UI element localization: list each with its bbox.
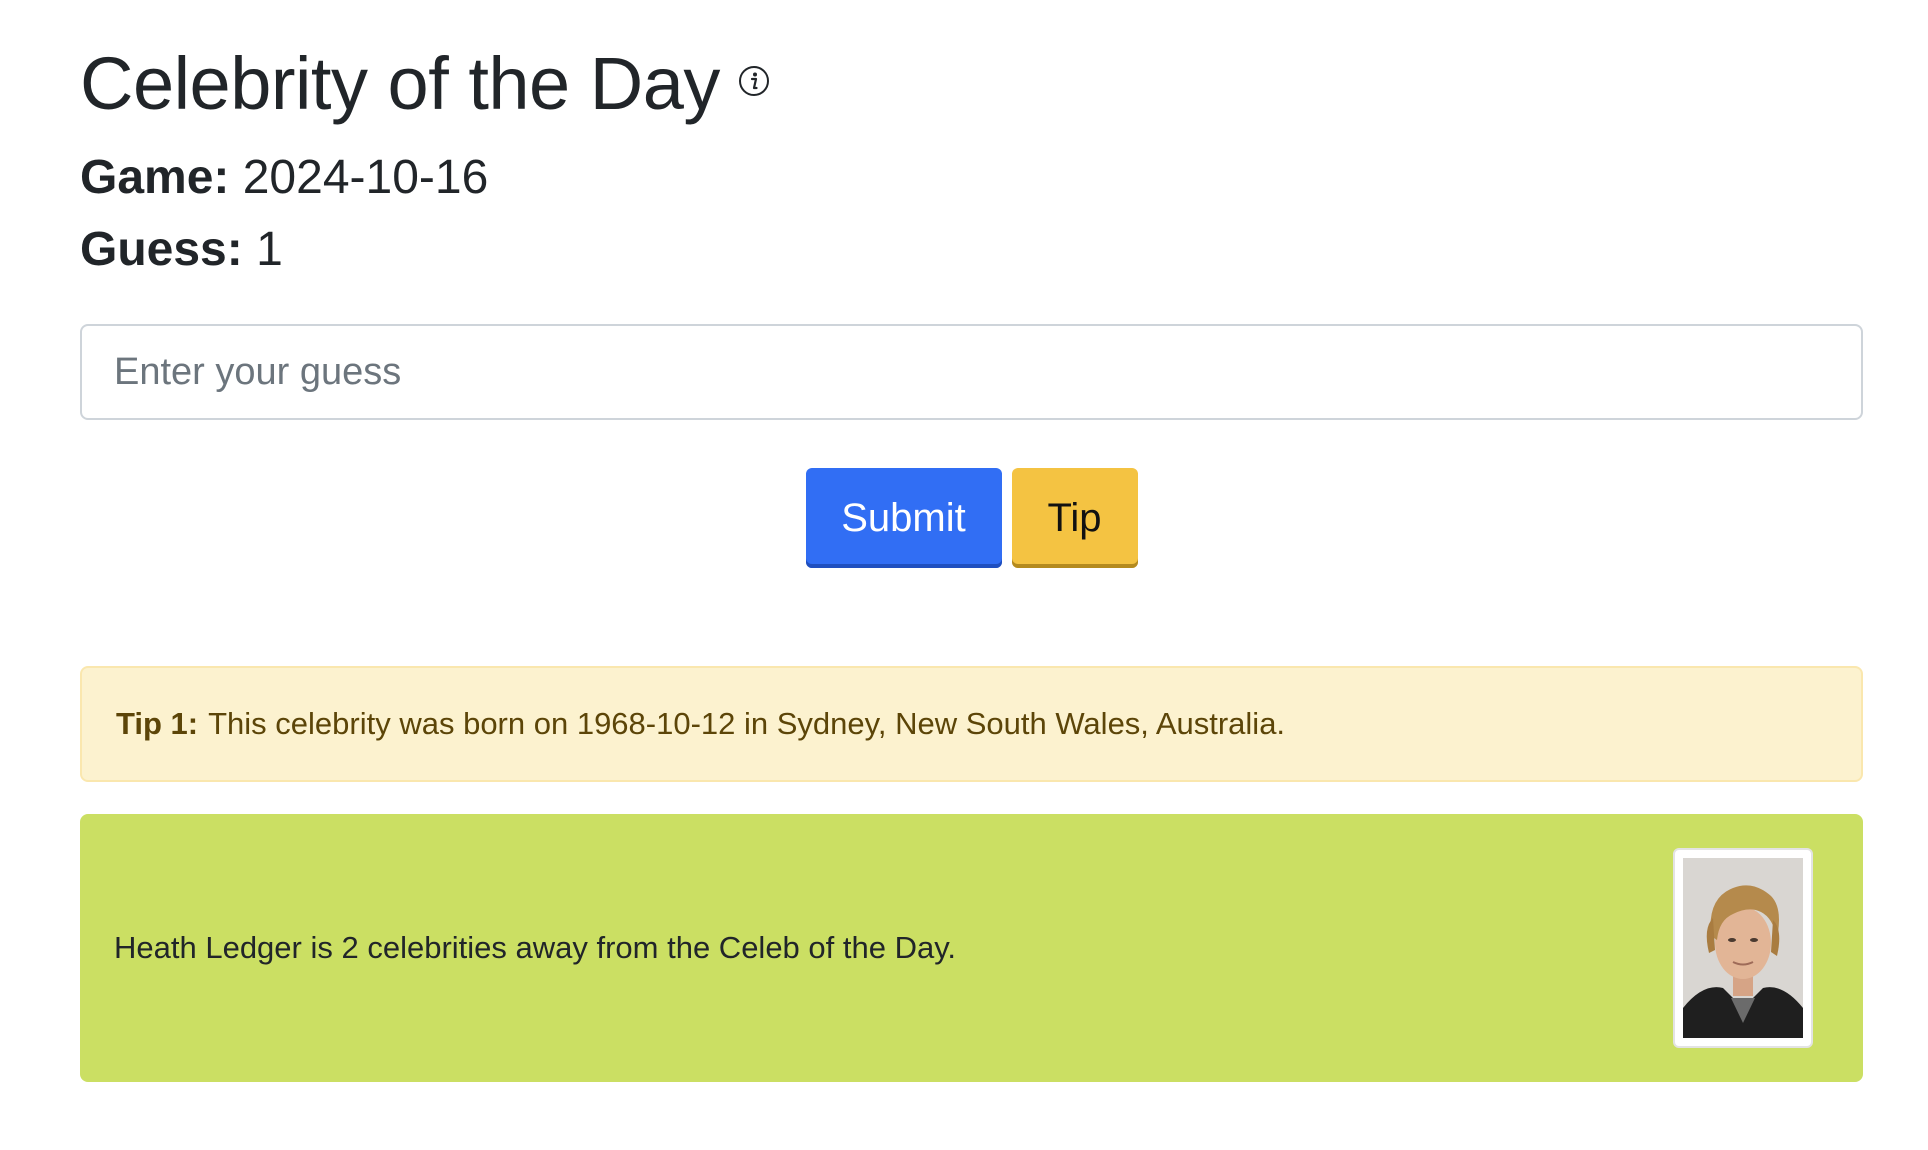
game-date: Game: 2024-10-16 <box>80 154 1863 202</box>
tip-button[interactable]: Tip <box>1011 468 1138 568</box>
submit-button[interactable]: Submit <box>805 468 1002 568</box>
game-value: 2024-10-16 <box>242 151 489 204</box>
celebrity-photo <box>1673 848 1813 1048</box>
tip-alert: Tip 1: This celebrity was born on 1968-1… <box>80 666 1863 782</box>
tip-text: This celebrity was born on 1968-10-12 in… <box>208 706 1286 741</box>
result-text: Heath Ledger is 2 celebrities away from … <box>114 930 957 965</box>
portrait-image <box>1683 858 1803 1038</box>
page-title: Celebrity of the Day <box>80 42 720 125</box>
guess-label: Guess: <box>80 223 243 276</box>
info-circle-icon[interactable] <box>738 65 770 97</box>
action-buttons: Submit Tip <box>80 468 1863 568</box>
game-label: Game: <box>80 151 230 204</box>
guess-result-card: Heath Ledger is 2 celebrities away from … <box>80 814 1863 1082</box>
title-row: Celebrity of the Day <box>80 36 1863 132</box>
guess-value: 1 <box>256 223 283 276</box>
guess-count: Guess: 1 <box>80 226 1863 274</box>
main-container: Celebrity of the Day Game: 2024-10-16 Gu… <box>80 0 1863 1082</box>
tip-label: Tip 1: <box>116 706 199 741</box>
guess-input[interactable] <box>80 324 1863 420</box>
